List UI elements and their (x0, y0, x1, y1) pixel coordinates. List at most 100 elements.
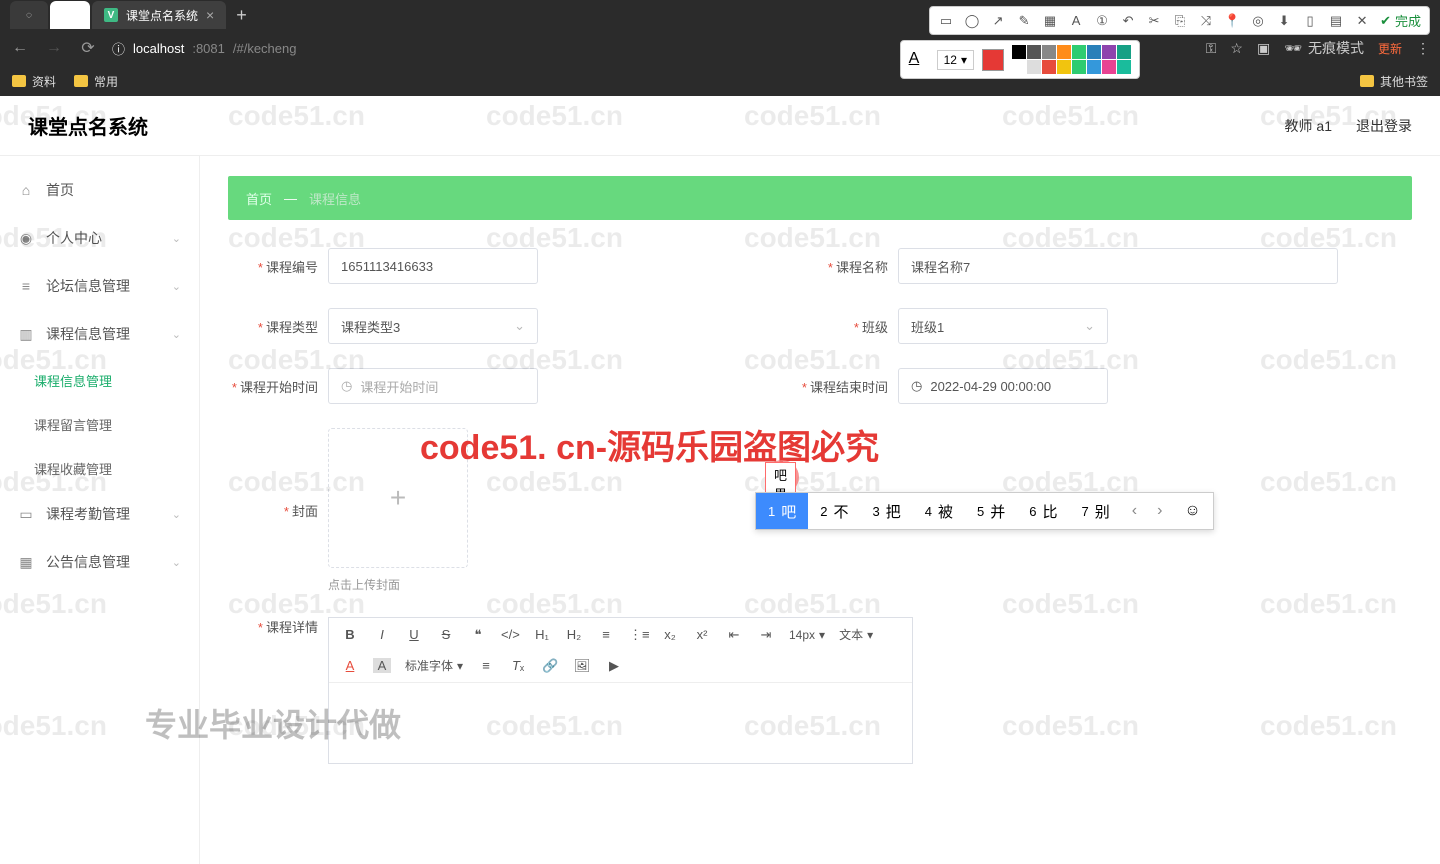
sidebar-home[interactable]: ⌂首页 (0, 166, 199, 214)
course-name-input[interactable] (898, 248, 1338, 284)
user-label[interactable]: 教师 a1 (1285, 116, 1332, 136)
ime-candidate[interactable]: 1吧 (756, 493, 808, 529)
pin-icon[interactable]: 📍 (1224, 13, 1240, 29)
start-time-input[interactable]: ◷课程开始时间 (328, 368, 538, 404)
sidebar-subitem[interactable]: 课程留言管理 (0, 402, 199, 446)
color-swatch[interactable] (1087, 45, 1101, 59)
logout-link[interactable]: 退出登录 (1356, 116, 1412, 136)
size-select[interactable]: 14px ▾ (789, 628, 825, 642)
ime-candidate[interactable]: 2不 (808, 493, 860, 529)
font-select[interactable]: 标准字体 ▾ (405, 657, 463, 674)
mosaic-icon[interactable]: ▦ (1042, 13, 1058, 29)
undo-icon[interactable]: ↶ (1120, 13, 1136, 29)
ime-candidate[interactable]: 7别 (1070, 493, 1122, 529)
indent-button[interactable]: ⇥ (757, 627, 775, 643)
color-swatch[interactable] (1102, 60, 1116, 74)
image-button[interactable]: 🖼 (573, 658, 591, 674)
ime-next[interactable]: › (1147, 502, 1172, 520)
sidebar-item[interactable]: ▭课程考勤管理⌄ (0, 490, 199, 538)
ol-button[interactable]: ≡ (597, 627, 615, 642)
text-color-button[interactable]: A (341, 658, 359, 673)
menu-icon[interactable]: ⋮ (1416, 40, 1430, 57)
clear-format-button[interactable]: Tₓ (509, 658, 527, 673)
panel-icon[interactable]: ▣ (1257, 40, 1270, 57)
other-bookmarks[interactable]: 其他书签 (1360, 73, 1428, 90)
tab-icon-only[interactable]: ◌ (10, 1, 48, 29)
color-swatch[interactable] (1102, 45, 1116, 59)
sidebar-item[interactable]: ▥课程信息管理⌄ (0, 310, 199, 358)
download-icon[interactable]: ⬇ (1276, 13, 1292, 29)
sub-button[interactable]: x₂ (661, 627, 679, 642)
para-select[interactable]: 文本 ▾ (839, 626, 873, 643)
color-swatch[interactable] (1027, 60, 1041, 74)
active-color[interactable] (982, 49, 1004, 71)
sidebar-item[interactable]: ◉个人中心⌄ (0, 214, 199, 262)
sup-button[interactable]: x² (693, 627, 711, 642)
bg-color-button[interactable]: A (373, 658, 391, 673)
new-tab-button[interactable]: + (228, 5, 255, 26)
sidebar-subitem[interactable]: 课程信息管理 (0, 358, 199, 402)
color-swatch[interactable] (1117, 60, 1131, 74)
shuffle-icon[interactable]: ⤨ (1198, 13, 1214, 29)
bookmark-2[interactable]: 常用 (74, 73, 118, 90)
rte-body[interactable] (329, 683, 912, 763)
color-swatch[interactable] (1072, 45, 1086, 59)
color-swatch[interactable] (1042, 45, 1056, 59)
target-icon[interactable]: ◎ (1250, 13, 1266, 29)
video-button[interactable]: ▶ (605, 658, 623, 674)
done-button[interactable]: ✔完成 (1380, 11, 1421, 30)
breadcrumb-home[interactable]: 首页 (246, 189, 272, 208)
reload-button[interactable]: ⟳ (78, 38, 98, 58)
font-a-icon[interactable]: A (909, 50, 929, 70)
ime-candidate[interactable]: 4被 (913, 493, 965, 529)
quote-button[interactable]: ❝ (469, 627, 487, 643)
ime-emoji-button[interactable]: ☺ (1172, 502, 1212, 520)
ime-candidate[interactable]: 3把 (861, 493, 913, 529)
rect-icon[interactable]: ▭ (938, 13, 954, 29)
sidebar-subitem[interactable]: 课程收藏管理 (0, 446, 199, 490)
pen-icon[interactable]: ✎ (1016, 13, 1032, 29)
save-icon[interactable]: ▤ (1328, 13, 1344, 29)
key-icon[interactable]: ⚿ (1206, 40, 1217, 57)
align-button[interactable]: ≡ (477, 658, 495, 673)
h2-button[interactable]: H₂ (565, 627, 583, 642)
ime-candidate[interactable]: 6比 (1017, 493, 1069, 529)
code-button[interactable]: </> (501, 627, 519, 642)
phone-icon[interactable]: ▯ (1302, 13, 1318, 29)
color-swatch[interactable] (1087, 60, 1101, 74)
text-icon[interactable]: A (1068, 13, 1084, 29)
tab-active[interactable]: V 课堂点名系统 × (92, 1, 226, 29)
underline-button[interactable]: U (405, 627, 423, 642)
bookmark-1[interactable]: 资料 (12, 73, 56, 90)
strike-button[interactable]: S (437, 627, 455, 642)
h1-button[interactable]: H₁ (533, 627, 551, 642)
back-button[interactable]: ← (10, 39, 30, 57)
italic-button[interactable]: I (373, 627, 391, 642)
tab-blank[interactable] (50, 1, 90, 29)
ime-prev[interactable]: ‹ (1122, 502, 1147, 520)
update-button[interactable]: 更新 (1378, 40, 1402, 57)
color-swatch[interactable] (1057, 45, 1071, 59)
circle-icon[interactable]: ◯ (964, 13, 980, 29)
sidebar-item[interactable]: ▦公告信息管理⌄ (0, 538, 199, 586)
course-type-select[interactable]: 课程类型3⌄ (328, 308, 538, 344)
sidebar-item[interactable]: ≡论坛信息管理⌄ (0, 262, 199, 310)
bold-button[interactable]: B (341, 627, 359, 642)
color-swatch[interactable] (1027, 45, 1041, 59)
class-select[interactable]: 班级1⌄ (898, 308, 1108, 344)
arrow-icon[interactable]: ↗ (990, 13, 1006, 29)
course-no-input[interactable] (328, 248, 538, 284)
close-icon[interactable]: × (206, 7, 214, 23)
link-button[interactable]: 🔗 (541, 658, 559, 674)
ime-candidate[interactable]: 5并 (965, 493, 1017, 529)
color-swatch[interactable] (1057, 60, 1071, 74)
color-swatch[interactable] (1117, 45, 1131, 59)
number-icon[interactable]: ① (1094, 13, 1110, 29)
star-icon[interactable]: ☆ (1230, 40, 1243, 57)
color-swatch[interactable] (1012, 45, 1026, 59)
color-swatch[interactable] (1012, 60, 1026, 74)
color-swatch[interactable] (1042, 60, 1056, 74)
end-time-input[interactable]: ◷2022-04-29 00:00:00 (898, 368, 1108, 404)
ul-button[interactable]: ⋮≡ (629, 627, 647, 643)
copy-icon[interactable]: ⎘ (1172, 13, 1188, 29)
